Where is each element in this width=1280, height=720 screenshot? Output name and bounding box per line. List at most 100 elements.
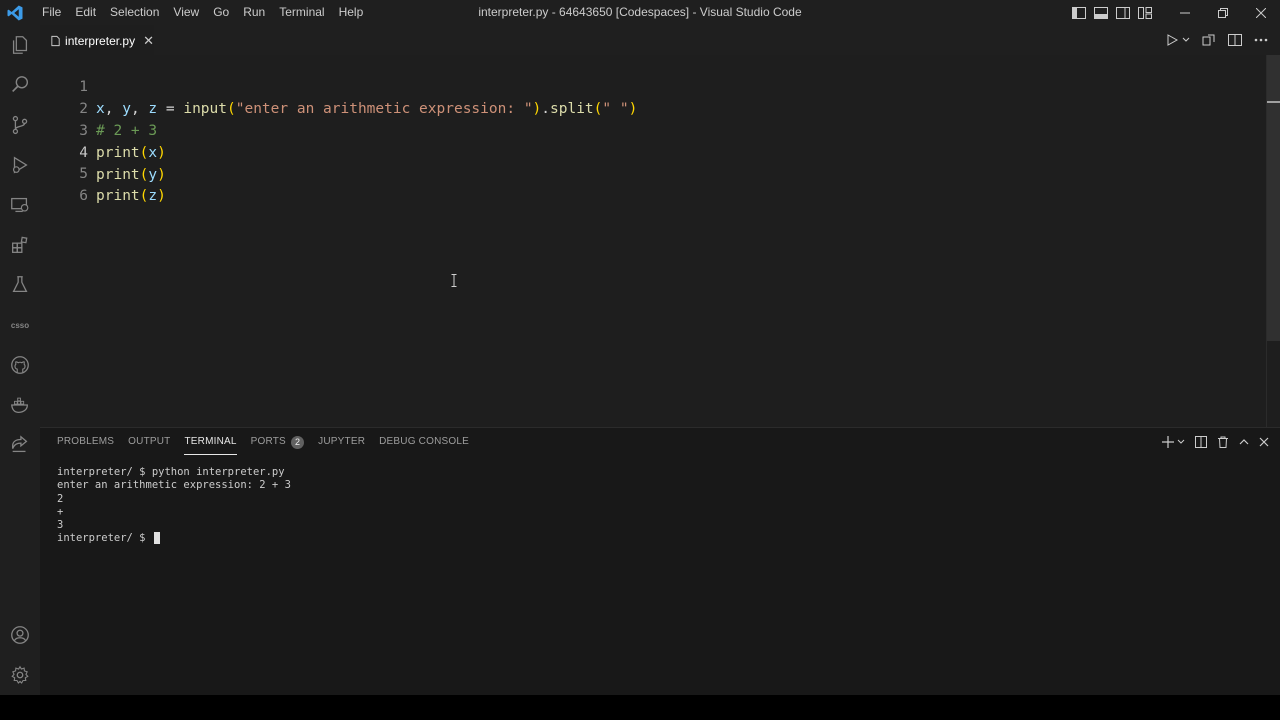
editor-actions: [1160, 25, 1280, 55]
explorer-icon: [12, 36, 28, 54]
split-editor-icon: [1228, 34, 1242, 46]
bottom-panel: PROBLEMS OUTPUT TERMINAL PORTS 2 JUPYTER …: [40, 427, 1280, 695]
panel-tabs: PROBLEMS OUTPUT TERMINAL PORTS 2 JUPYTER …: [50, 428, 476, 456]
menu-edit[interactable]: Edit: [68, 0, 103, 25]
tab-problems[interactable]: PROBLEMS: [57, 428, 114, 456]
split-terminal-icon: [1195, 436, 1207, 448]
activity-testing[interactable]: [0, 265, 40, 305]
tab-label: interpreter.py: [65, 33, 136, 48]
settings-gear-icon: [11, 665, 29, 684]
code-editor[interactable]: 1 x, y, z = input("enter an arithmetic e…: [40, 55, 1280, 427]
terminal-prompt: interpreter/ $: [57, 532, 152, 545]
restore-icon: [1218, 7, 1228, 18]
close-window-button[interactable]: [1242, 0, 1280, 25]
chevron-down-icon: [1177, 439, 1185, 444]
code-line: 5 print(z): [40, 141, 1240, 204]
editor-tab-bar: interpreter.py ✕: [40, 25, 1280, 55]
trash-icon: [1218, 436, 1228, 448]
tab-label: PORTS: [250, 436, 286, 447]
account-icon: [11, 626, 29, 644]
chevron-down-icon: [1182, 37, 1190, 42]
menu-view[interactable]: View: [166, 0, 206, 25]
activity-run-debug[interactable]: [0, 145, 40, 185]
line-number: 6: [79, 188, 88, 204]
tab-close-icon[interactable]: ✕: [143, 33, 154, 49]
menu-help[interactable]: Help: [332, 0, 371, 25]
github-icon: [11, 356, 29, 374]
terminal-output[interactable]: interpreter/ $ python interpreter.py ent…: [57, 466, 291, 546]
search-icon: [12, 76, 29, 93]
activity-docker[interactable]: [0, 385, 40, 425]
ports-count-badge: 2: [290, 435, 305, 449]
live-share-icon: [12, 435, 28, 453]
terminal-line: +: [57, 505, 64, 518]
menu-selection[interactable]: Selection: [103, 0, 166, 25]
terminal-line: interpreter/ $ python interpreter.py: [57, 466, 285, 478]
activity-live-share[interactable]: [0, 425, 40, 465]
compare-changes-icon: [1202, 34, 1215, 46]
minimize-icon: [1180, 12, 1190, 13]
activity-accounts[interactable]: [0, 615, 40, 655]
restore-button[interactable]: [1204, 0, 1242, 25]
text-cursor-icon: [451, 274, 457, 287]
plus-icon: [1162, 436, 1174, 448]
title-bar: File Edit Selection View Go Run Terminal…: [0, 0, 1280, 25]
toggle-panel-icon[interactable]: [1094, 6, 1108, 19]
toggle-primary-sidebar-icon[interactable]: [1072, 6, 1086, 19]
close-panel-button[interactable]: [1259, 437, 1269, 447]
customize-layout-icon[interactable]: [1138, 6, 1152, 19]
tab-terminal[interactable]: TERMINAL: [184, 428, 237, 456]
csso-icon[interactable]: csso: [0, 305, 40, 345]
maximize-panel-button[interactable]: [1239, 438, 1249, 446]
chevron-up-icon: [1239, 439, 1249, 445]
menu-run[interactable]: Run: [236, 0, 272, 25]
extensions-icon: [12, 236, 28, 253]
tab-label: DEBUG CONSOLE: [379, 436, 469, 447]
split-terminal-button[interactable]: [1195, 436, 1207, 448]
tab-ports[interactable]: PORTS 2: [251, 428, 305, 456]
tab-debug-console[interactable]: DEBUG CONSOLE: [379, 428, 469, 456]
tab-interpreter-py[interactable]: interpreter.py ✕: [40, 25, 154, 55]
play-icon: [1167, 34, 1178, 46]
tab-label: OUTPUT: [128, 436, 171, 447]
terminal-prompt-line: interpreter/ $: [57, 532, 291, 545]
activity-extensions[interactable]: [0, 225, 40, 265]
menu-file[interactable]: File: [35, 0, 68, 25]
tab-label: PROBLEMS: [57, 436, 115, 447]
status-bar: [0, 695, 1280, 720]
run-python-file-button[interactable]: [1166, 34, 1190, 46]
source-control-icon: [12, 115, 28, 135]
activity-remote-explorer[interactable]: [0, 185, 40, 225]
panel-actions: [1157, 428, 1274, 456]
tab-jupyter[interactable]: JUPYTER: [318, 428, 365, 456]
menu-go[interactable]: Go: [206, 0, 236, 25]
tab-output[interactable]: OUTPUT: [128, 428, 170, 456]
open-changes-button[interactable]: [1202, 33, 1216, 47]
scrollbar-thumb[interactable]: [1267, 55, 1280, 341]
title-actions: [1068, 0, 1280, 25]
minimize-button[interactable]: [1166, 0, 1204, 25]
file-icon: [51, 35, 60, 46]
new-terminal-button[interactable]: [1162, 436, 1185, 448]
remote-explorer-icon: [11, 197, 29, 213]
activity-explorer[interactable]: [0, 25, 40, 65]
vscode-logo-icon[interactable]: [6, 4, 24, 22]
terminal-line: 3: [57, 519, 64, 532]
ellipsis-icon: [1254, 38, 1268, 42]
activity-manage[interactable]: [0, 655, 40, 695]
activity-github[interactable]: [0, 345, 40, 385]
close-icon: [1256, 7, 1266, 18]
activity-search[interactable]: [0, 65, 40, 105]
more-actions-button[interactable]: [1254, 38, 1268, 42]
terminal-line: enter an arithmetic expression: 2 + 3: [57, 479, 291, 492]
split-editor-button[interactable]: [1228, 34, 1242, 46]
toggle-secondary-sidebar-icon[interactable]: [1116, 6, 1130, 19]
close-icon: [1259, 437, 1269, 447]
run-debug-icon: [12, 156, 28, 174]
activity-source-control[interactable]: [0, 105, 40, 145]
menu-terminal[interactable]: Terminal: [272, 0, 331, 25]
kill-terminal-button[interactable]: [1217, 436, 1229, 448]
tab-label: TERMINAL: [184, 436, 237, 447]
editor-scrollbar[interactable]: [1266, 55, 1280, 427]
code-line: 1 x, y, z = input("enter an arithmetic e…: [40, 54, 1240, 117]
